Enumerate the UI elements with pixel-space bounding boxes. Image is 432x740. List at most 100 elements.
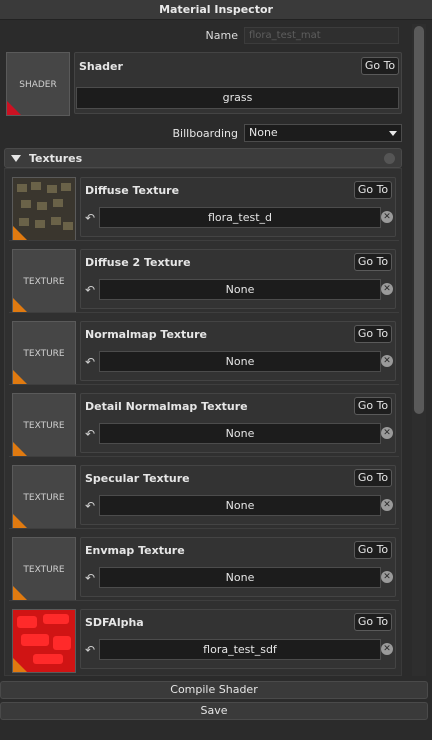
texture-row-detail-normalmap: TEXTURE Detail Normalmap Texture Go To ↶… [5,385,401,457]
texture-thumbnail-sdfalpha[interactable] [12,609,76,673]
goto-button[interactable]: Go To [354,181,392,199]
texture-slot-diffuse2: Diffuse 2 Texture Go To ↶ None ✕ [80,249,396,309]
compile-shader-button[interactable]: Compile Shader [0,681,428,699]
clear-icon[interactable]: ✕ [381,355,393,367]
texture-title: Diffuse 2 Texture [85,256,191,269]
texture-thumbnail-diffuse2[interactable]: TEXTURE [12,249,76,313]
goto-button[interactable]: Go To [354,325,392,343]
texture-list: Diffuse Texture Go To ↶ flora_test_d ✕ T… [4,168,402,676]
reset-icon[interactable]: ↶ [85,499,97,513]
texture-thumbnail-diffuse[interactable] [12,177,76,241]
shader-title: Shader [79,60,123,73]
clear-icon[interactable]: ✕ [381,211,393,223]
texture-title: Diffuse Texture [85,184,180,197]
texture-row-specular: TEXTURE Specular Texture Go To ↶ None ✕ [5,457,401,529]
texture-value-field[interactable]: flora_test_sdf [99,639,381,660]
texture-thumbnail-envmap[interactable]: TEXTURE [12,537,76,601]
texture-thumb-label: TEXTURE [23,493,65,503]
grass-tuft [61,183,71,191]
texture-slot-sdfalpha: SDFAlpha Go To ↶ flora_test_sdf ✕ [80,609,396,669]
shader-value-field[interactable]: grass [76,87,399,109]
goto-button[interactable]: Go To [354,541,392,559]
texture-value-field[interactable]: None [99,279,381,300]
collapse-triangle-icon[interactable] [11,155,21,162]
reset-icon[interactable]: ↶ [85,283,97,297]
vertical-scrollbar[interactable] [412,24,426,676]
save-button[interactable]: Save [0,702,428,720]
grass-tuft [19,218,29,226]
texture-corner-marker [13,514,27,528]
reset-icon[interactable]: ↶ [85,211,97,225]
grass-tuft [17,184,27,192]
shader-thumbnail[interactable]: SHADER [6,52,70,116]
texture-slot-diffuse: Diffuse Texture Go To ↶ flora_test_d ✕ [80,177,396,237]
grass-tuft [21,200,31,208]
sdf-blob [53,636,71,650]
texture-thumb-label: TEXTURE [23,277,65,287]
texture-corner-marker [13,586,27,600]
name-field[interactable]: flora_test_mat [244,27,399,44]
texture-thumbnail-detail-normalmap[interactable]: TEXTURE [12,393,76,457]
texture-corner-marker [13,370,27,384]
texture-thumbnail-specular[interactable]: TEXTURE [12,465,76,529]
goto-button[interactable]: Go To [354,397,392,415]
name-row: Name flora_test_mat [0,26,410,46]
texture-value-field[interactable]: flora_test_d [99,207,381,228]
name-label: Name [205,29,238,42]
texture-value-field[interactable]: None [99,495,381,516]
texture-title: Detail Normalmap Texture [85,400,248,413]
clear-icon[interactable]: ✕ [381,643,393,655]
clear-icon[interactable]: ✕ [381,499,393,511]
grass-tuft [47,185,57,193]
texture-value-field[interactable]: None [99,423,381,444]
sdf-blob [17,616,37,628]
texture-title: SDFAlpha [85,616,144,629]
texture-slot-detail-normalmap: Detail Normalmap Texture Go To ↶ None ✕ [80,393,396,453]
texture-row-envmap: TEXTURE Envmap Texture Go To ↶ None ✕ [5,529,401,601]
shader-section: Shader Go To grass [74,52,402,114]
texture-title: Normalmap Texture [85,328,208,341]
shader-corner-marker [7,101,21,115]
clear-icon[interactable]: ✕ [381,427,393,439]
sdf-blob [33,654,63,664]
texture-corner-marker [13,658,27,672]
goto-button[interactable]: Go To [354,613,392,631]
grass-tuft [53,199,63,207]
reset-icon[interactable]: ↶ [85,427,97,441]
goto-button[interactable]: Go To [354,253,392,271]
textures-section-header[interactable]: Textures [4,148,402,168]
clear-icon[interactable]: ✕ [381,571,393,583]
texture-thumb-label: TEXTURE [23,565,65,575]
shader-goto-button[interactable]: Go To [361,57,399,75]
section-options-icon[interactable] [384,153,395,164]
goto-button[interactable]: Go To [354,469,392,487]
shader-thumb-label: SHADER [19,80,57,90]
billboarding-dropdown[interactable]: None [244,124,402,142]
texture-corner-marker [13,226,27,240]
texture-thumb-label: TEXTURE [23,349,65,359]
texture-row-sdfalpha: SDFAlpha Go To ↶ flora_test_sdf ✕ [5,601,401,673]
texture-thumbnail-normalmap[interactable]: TEXTURE [12,321,76,385]
reset-icon[interactable]: ↶ [85,643,97,657]
reset-icon[interactable]: ↶ [85,571,97,585]
clear-icon[interactable]: ✕ [381,283,393,295]
grass-tuft [35,220,45,228]
texture-value-field[interactable]: None [99,567,381,588]
texture-title: Envmap Texture [85,544,185,557]
billboarding-value: None [249,126,278,139]
texture-value-field[interactable]: None [99,351,381,372]
texture-row-diffuse2: TEXTURE Diffuse 2 Texture Go To ↶ None ✕ [5,241,401,313]
sdf-blob [43,614,69,624]
scrollbar-thumb[interactable] [414,26,424,414]
billboarding-label: Billboarding [172,127,239,140]
texture-thumb-label: TEXTURE [23,421,65,431]
texture-corner-marker [13,298,27,312]
texture-slot-specular: Specular Texture Go To ↶ None ✕ [80,465,396,525]
window-title: Material Inspector [0,0,432,20]
textures-header-label: Textures [29,152,83,165]
texture-corner-marker [13,442,27,456]
texture-row-normalmap: TEXTURE Normalmap Texture Go To ↶ None ✕ [5,313,401,385]
grass-tuft [63,222,73,230]
reset-icon[interactable]: ↶ [85,355,97,369]
chevron-down-icon [389,131,397,136]
